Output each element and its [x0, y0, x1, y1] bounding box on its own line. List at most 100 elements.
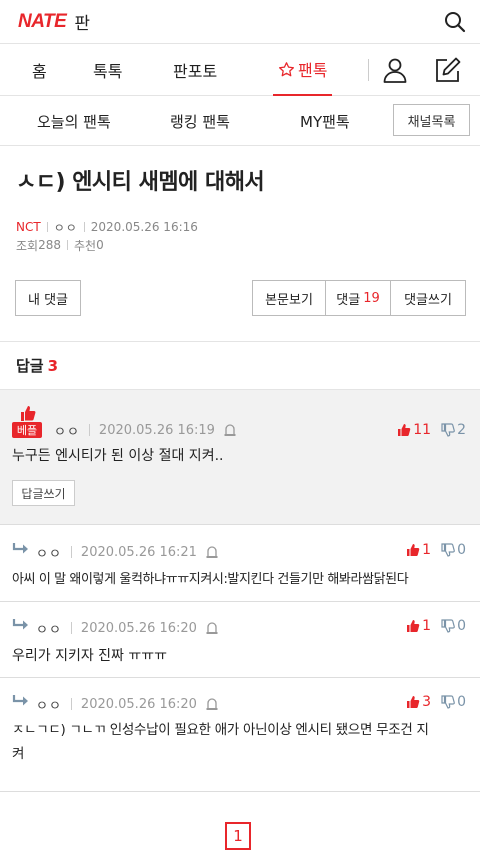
meta-separator	[46, 222, 48, 232]
report-icon[interactable]	[205, 621, 219, 635]
reply-text: 우리가 지키자 진짜 ㅠㅠㅠ	[12, 648, 168, 664]
thumbs-down-icon	[441, 423, 455, 437]
downvote-count: 0	[457, 694, 466, 710]
reply-arrow-icon	[12, 694, 30, 708]
write-comment-button[interactable]: 댓글쓰기	[390, 280, 466, 316]
upvote-count: 3	[422, 694, 432, 710]
thumbs-down-icon	[441, 543, 455, 557]
reply-text-line: ㅈㄴㄱㄷ) ㄱㄴㄲ 인성수납이 필요한 애가 아닌이상 엔시티 됐으면 무조건 …	[12, 722, 429, 738]
channel-list-button[interactable]: 채널목록	[393, 104, 470, 136]
nav-item-toktok[interactable]: 톡톡	[93, 44, 122, 96]
logo-pan: 판	[74, 14, 90, 34]
thumbs-down-icon	[441, 619, 455, 633]
best-reply: 베플 ㅇㅇ 2020.05.26 16:19 11 2 누구든 엔시티가 된 이…	[0, 390, 480, 525]
view-body-button[interactable]: 본문보기	[252, 280, 326, 316]
report-icon[interactable]	[223, 423, 237, 437]
thumbs-up-icon	[406, 543, 420, 557]
reply-datetime: 2020.05.26 16:19	[98, 422, 215, 438]
best-reply-meta: ㅇㅇ 2020.05.26 16:19	[54, 420, 237, 440]
best-reply-votes: 11 2	[397, 420, 466, 440]
replies-label: 답글	[16, 357, 44, 375]
reply-votes: 3 0	[406, 692, 466, 712]
star-icon	[278, 61, 295, 78]
upvote-count: 1	[422, 618, 432, 634]
post-views-label: 조회	[16, 238, 39, 253]
subnav-item-ranking[interactable]: 랭킹 팬톡	[170, 96, 230, 146]
report-icon[interactable]	[205, 545, 219, 559]
user-icon[interactable]	[382, 57, 408, 83]
thumbs-up-icon	[397, 423, 411, 437]
meta-separator	[70, 546, 72, 558]
post-views: 288	[38, 238, 61, 252]
nav-divider	[368, 59, 369, 81]
reply-author: ㅇㅇ	[36, 546, 62, 562]
post-datetime: 2020.05.26 16:16	[90, 220, 198, 234]
thumbs-down-icon	[441, 695, 455, 709]
post-meta: NCT ㅇㅇ 2020.05.26 16:16 조회 288 추천 0	[0, 218, 480, 270]
downvote-button[interactable]: 0	[441, 618, 466, 634]
reply-arrow-icon	[12, 542, 30, 556]
downvote-button[interactable]: 0	[441, 694, 466, 710]
thumbs-up-icon	[406, 695, 420, 709]
downvote-button[interactable]: 0	[441, 542, 466, 558]
meta-separator	[70, 622, 72, 634]
thumbs-up-icon	[406, 619, 420, 633]
comments-button[interactable]: 댓글 19	[325, 280, 391, 316]
main-nav: 홈 톡톡 판포토 팬톡	[0, 44, 480, 96]
write-reply-button[interactable]: 답글쓰기	[12, 480, 75, 506]
replies-count: 3	[47, 356, 59, 375]
top-bar: NATE 판	[0, 0, 480, 44]
reply-item: ㅇㅇ 2020.05.26 16:21 1 0 아씨 이 말 왜이렇게 울컥하냐…	[0, 525, 480, 602]
reply-datetime: 2020.05.26 16:20	[80, 696, 197, 712]
post-title: ㅅㄷ) 엔시티 새멤에 대해서	[16, 170, 265, 195]
upvote-button[interactable]: 1	[406, 618, 431, 634]
meta-separator	[88, 424, 90, 436]
reply-arrow-icon	[12, 618, 30, 632]
reply-item: ㅇㅇ 2020.05.26 16:20 1 0 우리가 지키자 진짜 ㅠㅠㅠ	[0, 602, 480, 678]
reply-meta: ㅇㅇ 2020.05.26 16:20	[36, 618, 219, 638]
reply-author: ㅇㅇ	[36, 698, 62, 714]
reply-meta: ㅇㅇ 2020.05.26 16:21	[36, 542, 219, 562]
post-category[interactable]: NCT	[16, 220, 41, 234]
reply-meta: ㅇㅇ 2020.05.26 16:20	[36, 694, 219, 714]
logo-nate: NATE	[18, 10, 67, 32]
post-author: ㅇㅇ	[53, 220, 78, 235]
upvote-button[interactable]: 1	[406, 542, 431, 558]
search-icon[interactable]	[444, 11, 466, 33]
post-actions: 내 댓글 본문보기 댓글 19 댓글쓰기	[0, 270, 480, 342]
reply-text: 누구든 엔시티가 된 이상 절대 지켜..	[12, 448, 224, 464]
reply-author: ㅇㅇ	[54, 424, 80, 440]
comments-count: 19	[363, 290, 380, 306]
upvote-button[interactable]: 3	[406, 694, 431, 710]
page-1-button[interactable]: 1	[225, 822, 251, 850]
subnav-item-today[interactable]: 오늘의 팬톡	[37, 96, 111, 146]
reply-votes: 1 0	[406, 616, 466, 636]
write-icon[interactable]	[434, 56, 462, 84]
upvote-button[interactable]: 11	[397, 422, 431, 438]
reply-author: ㅇㅇ	[36, 622, 62, 638]
post-recommend: 0	[96, 238, 104, 252]
reply-datetime: 2020.05.26 16:21	[80, 544, 197, 560]
upvote-count: 11	[413, 422, 432, 438]
meta-separator	[67, 240, 68, 250]
subnav-item-my[interactable]: MY팬톡	[300, 96, 350, 146]
nav-item-fantalk[interactable]: 팬톡	[273, 44, 333, 96]
nav-item-fantalk-label: 팬톡	[298, 61, 328, 80]
comments-label: 댓글	[336, 292, 361, 308]
downvote-count: 0	[457, 618, 466, 634]
best-badge: 베플	[12, 422, 42, 438]
post-recommend-label: 추천	[74, 238, 97, 253]
nav-item-home[interactable]: 홈	[32, 44, 47, 96]
nav-item-panphoto[interactable]: 판포토	[173, 44, 217, 96]
sub-nav: 오늘의 팬톡 랭킹 팬톡 MY팬톡 채널목록	[0, 96, 480, 146]
logo[interactable]: NATE 판	[18, 9, 90, 35]
thumbs-up-best-icon	[20, 404, 36, 422]
reply-votes: 1 0	[406, 540, 466, 560]
reply-text: ㅈㄴㄱㄷ) ㄱㄴㄲ 인성수납이 필요한 애가 아닌이상 엔시티 됐으면 무조건 …	[12, 718, 429, 766]
downvote-button[interactable]: 2	[441, 422, 466, 438]
downvote-count: 2	[457, 422, 466, 438]
reply-datetime: 2020.05.26 16:20	[80, 620, 197, 636]
upvote-count: 1	[422, 542, 432, 558]
my-comments-button[interactable]: 내 댓글	[15, 280, 81, 316]
report-icon[interactable]	[205, 697, 219, 711]
